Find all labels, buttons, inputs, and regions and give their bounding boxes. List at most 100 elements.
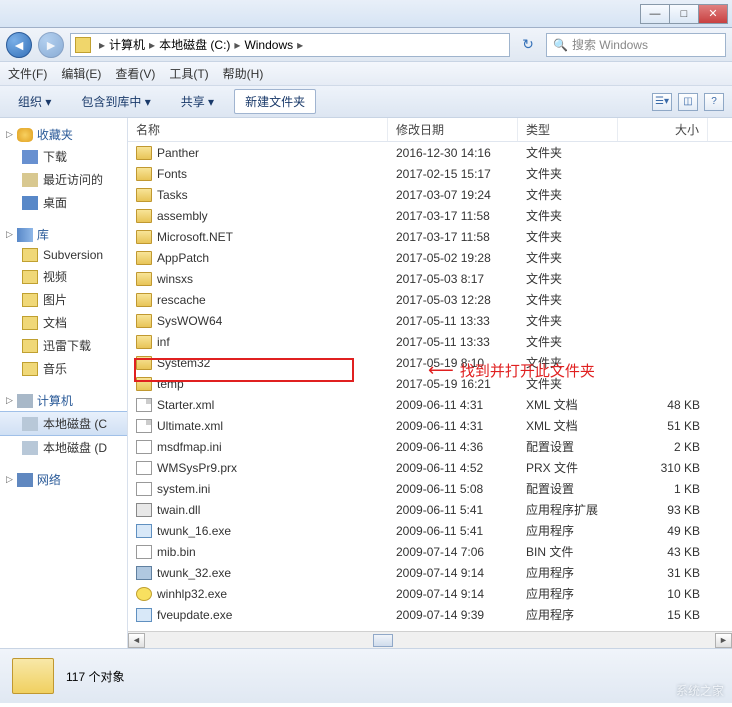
preview-pane-button[interactable]: ◫ [678,93,698,111]
col-type[interactable]: 类型 [518,118,618,141]
col-size[interactable]: 大小 [618,118,708,141]
file-rows: ⟵ 找到并打开此文件夹 Panther2016-12-30 14:16文件夹Fo… [128,142,732,631]
back-button[interactable]: ◄ [6,32,32,58]
sidebar-item-xunlei[interactable]: 迅雷下载 [0,334,127,357]
minimize-button[interactable]: — [640,4,670,24]
table-row[interactable]: msdfmap.ini2009-06-11 4:36配置设置2 KB [128,436,732,457]
sidebar-item-svn[interactable]: Subversion [0,245,127,265]
folder-icon [136,356,152,370]
scroll-track[interactable] [145,633,715,648]
table-row[interactable]: twunk_16.exe2009-06-11 5:41应用程序49 KB [128,520,732,541]
dll-icon [136,503,152,517]
toolbar: 组织 ▾ 包含到库中 ▾ 共享 ▾ 新建文件夹 ☰▾ ◫ ? [0,86,732,118]
file-type: 配置设置 [518,438,618,455]
menu-file[interactable]: 文件(F) [8,65,47,82]
table-row[interactable]: winsxs2017-05-03 8:17文件夹 [128,268,732,289]
table-row[interactable]: assembly2017-03-17 11:58文件夹 [128,205,732,226]
table-row[interactable]: SysWOW642017-05-11 13:33文件夹 [128,310,732,331]
table-row[interactable]: twain.dll2009-06-11 5:41应用程序扩展93 KB [128,499,732,520]
file-date: 2009-07-14 9:39 [388,608,518,622]
table-row[interactable]: rescache2017-05-03 12:28文件夹 [128,289,732,310]
file-size: 51 KB [618,419,708,433]
sidebar-item-pictures[interactable]: 图片 [0,288,127,311]
horizontal-scrollbar[interactable]: ◄ ► [128,631,732,648]
table-row[interactable]: WMSysPr9.prx2009-06-11 4:52PRX 文件310 KB [128,457,732,478]
table-row[interactable]: fveupdate.exe2009-07-14 9:39应用程序15 KB [128,604,732,625]
sidebar-item-downloads[interactable]: 下载 [0,145,127,168]
sidebar-item-desktop[interactable]: 桌面 [0,191,127,214]
breadcrumb-seg[interactable]: 本地磁盘 (C:) [159,36,230,53]
file-type: 文件夹 [518,333,618,350]
sidebar-item-documents[interactable]: 文档 [0,311,127,334]
search-input[interactable]: 🔍 搜索 Windows [546,33,726,57]
menu-tools[interactable]: 工具(T) [169,65,208,82]
table-row[interactable]: AppPatch2017-05-02 19:28文件夹 [128,247,732,268]
file-type: 应用程序 [518,585,618,602]
table-row[interactable]: mib.bin2009-07-14 7:06BIN 文件43 KB [128,541,732,562]
share-button[interactable]: 共享 ▾ [171,90,224,113]
sidebar-item-disk-c[interactable]: 本地磁盘 (C [0,411,127,436]
sidebar-libraries[interactable]: ▷库 [0,224,127,245]
sidebar-favorites[interactable]: ▷收藏夹 [0,124,127,145]
scroll-thumb[interactable] [373,634,393,647]
breadcrumb-seg[interactable]: Windows [244,38,293,52]
breadcrumb[interactable]: ▸ 计算机 ▸ 本地磁盘 (C:) ▸ Windows ▸ [70,33,510,57]
ini-icon [136,482,152,496]
table-row[interactable]: system.ini2009-06-11 5:08配置设置1 KB [128,478,732,499]
file-name: inf [157,335,170,349]
sidebar-item-recent[interactable]: 最近访问的 [0,168,127,191]
file-name: Ultimate.xml [157,419,223,433]
video-icon [22,270,38,284]
forward-button[interactable]: ► [38,32,64,58]
file-size: 31 KB [618,566,708,580]
breadcrumb-sep: ▸ [149,38,155,52]
menu-help[interactable]: 帮助(H) [223,65,264,82]
arrow-left-icon: ⟵ [428,360,454,381]
table-row[interactable]: Panther2016-12-30 14:16文件夹 [128,142,732,163]
table-row[interactable]: twunk_32.exe2009-07-14 9:14应用程序31 KB [128,562,732,583]
sidebar: ▷收藏夹 下载 最近访问的 桌面 ▷库 Subversion 视频 图片 文档 … [0,118,128,648]
new-folder-button[interactable]: 新建文件夹 [234,89,316,114]
table-row[interactable]: Fonts2017-02-15 15:17文件夹 [128,163,732,184]
table-row[interactable]: Microsoft.NET2017-03-17 11:58文件夹 [128,226,732,247]
table-row[interactable]: Tasks2017-03-07 19:24文件夹 [128,184,732,205]
maximize-button[interactable]: □ [669,4,699,24]
breadcrumb-sep: ▸ [99,38,105,52]
sidebar-computer[interactable]: ▷计算机 [0,390,127,411]
menu-edit[interactable]: 编辑(E) [61,65,101,82]
sidebar-network[interactable]: ▷网络 [0,469,127,490]
file-name: twain.dll [157,503,200,517]
menu-view[interactable]: 查看(V) [115,65,155,82]
menubar: 文件(F) 编辑(E) 查看(V) 工具(T) 帮助(H) [0,62,732,86]
col-date[interactable]: 修改日期 [388,118,518,141]
table-row[interactable]: Starter.xml2009-06-11 4:31XML 文档48 KB [128,394,732,415]
file-date: 2009-06-11 5:41 [388,503,518,517]
folder-icon [136,272,152,286]
scroll-right-button[interactable]: ► [715,633,732,648]
sidebar-item-videos[interactable]: 视频 [0,265,127,288]
breadcrumb-seg[interactable]: 计算机 [109,36,145,53]
file-date: 2009-06-11 4:31 [388,419,518,433]
help-button[interactable]: ? [704,93,724,111]
file-size: 43 KB [618,545,708,559]
file-date: 2017-03-17 11:58 [388,230,518,244]
view-mode-button[interactable]: ☰▾ [652,93,672,111]
status-count: 117 个对象 [66,668,124,685]
file-size: 10 KB [618,587,708,601]
exe-icon [136,608,152,622]
file-type: 文件夹 [518,165,618,182]
disk-icon [22,441,38,455]
sidebar-item-disk-d[interactable]: 本地磁盘 (D [0,436,127,459]
sidebar-item-music[interactable]: 音乐 [0,357,127,380]
table-row[interactable]: winhlp32.exe2009-07-14 9:14应用程序10 KB [128,583,732,604]
refresh-button[interactable]: ↻ [516,33,540,57]
table-row[interactable]: Ultimate.xml2009-06-11 4:31XML 文档51 KB [128,415,732,436]
table-row[interactable]: inf2017-05-11 13:33文件夹 [128,331,732,352]
file-name: Microsoft.NET [157,230,233,244]
col-name[interactable]: 名称 [128,118,388,141]
file-type: 文件夹 [518,186,618,203]
organize-button[interactable]: 组织 ▾ [8,90,61,113]
scroll-left-button[interactable]: ◄ [128,633,145,648]
include-button[interactable]: 包含到库中 ▾ [71,90,160,113]
close-button[interactable]: ✕ [698,4,728,24]
